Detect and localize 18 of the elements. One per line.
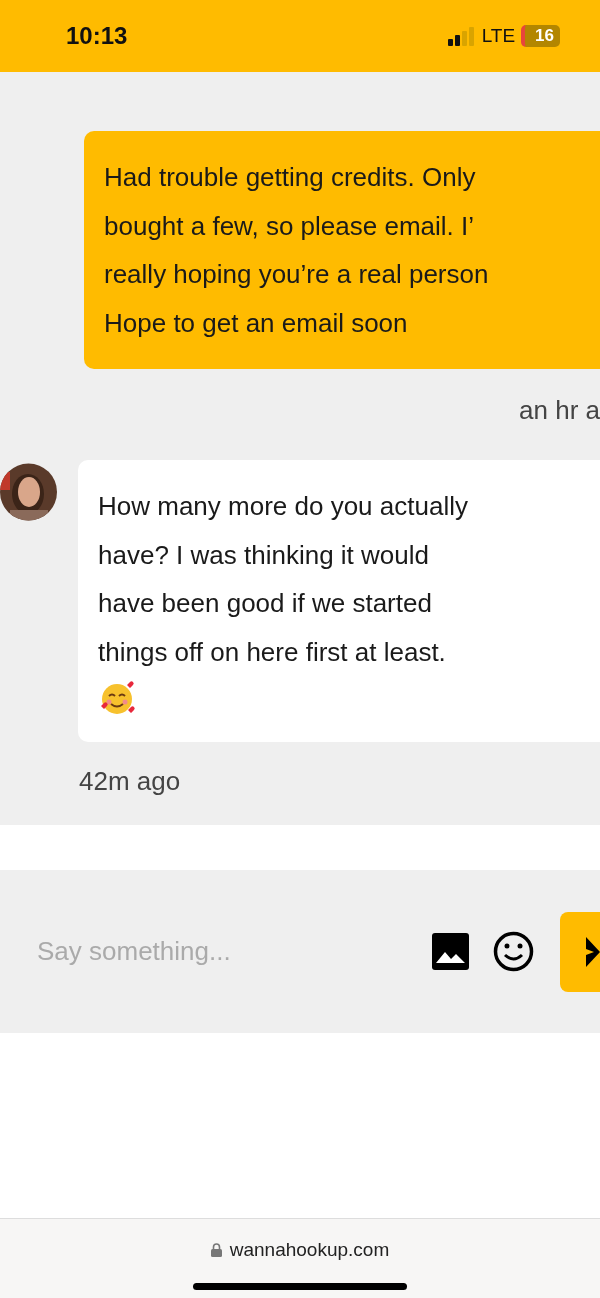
message-text: Had trouble getting credits. Only xyxy=(104,161,477,194)
message-time: 42m ago xyxy=(79,766,182,797)
send-icon xyxy=(586,936,600,967)
url-text[interactable]: wannahookup.com xyxy=(229,1239,390,1261)
lock-icon xyxy=(210,1243,222,1257)
message-text: How many more do you actually have? I was thinking it would have been good if we started things off on here first at least. xyxy=(98,490,469,669)
network-label: LTE xyxy=(481,25,516,47)
message-input[interactable]: Say something... xyxy=(35,935,408,968)
message-text: Hope to get an email soon xyxy=(104,306,409,340)
message-time: an hr a xyxy=(519,395,600,426)
send-button[interactable] xyxy=(560,911,600,992)
battery-level: 16 xyxy=(521,25,560,47)
emoji-icon[interactable] xyxy=(493,931,534,972)
image-icon[interactable] xyxy=(432,933,469,970)
message-text: bought a few, so please email. I’ xyxy=(104,209,475,243)
status-time: 10:13 xyxy=(66,22,128,50)
message-text: really hoping you’re a real person xyxy=(104,258,490,291)
signal-icon xyxy=(447,26,476,46)
